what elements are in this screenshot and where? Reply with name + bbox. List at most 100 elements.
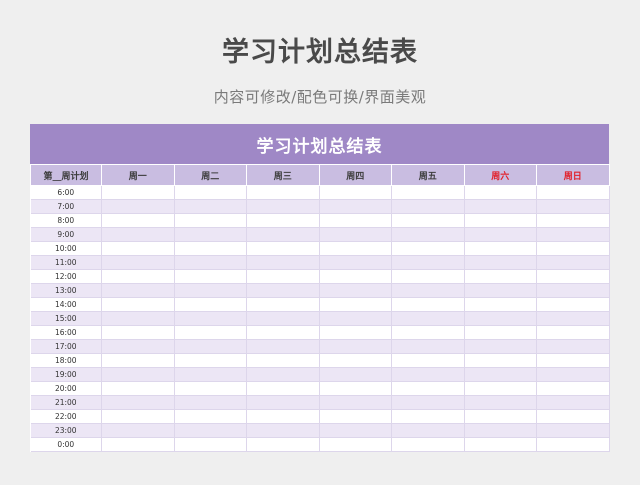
plan-cell[interactable]: [246, 381, 320, 396]
plan-cell[interactable]: [101, 325, 175, 340]
plan-cell[interactable]: [464, 311, 537, 326]
plan-cell[interactable]: [319, 409, 392, 424]
plan-cell[interactable]: [246, 409, 320, 424]
plan-cell[interactable]: [391, 213, 465, 228]
plan-cell[interactable]: [464, 353, 537, 368]
plan-cell[interactable]: [536, 213, 610, 228]
plan-cell[interactable]: [319, 255, 392, 270]
plan-cell[interactable]: [464, 283, 537, 298]
plan-cell[interactable]: [536, 227, 610, 242]
plan-cell[interactable]: [391, 241, 465, 256]
plan-cell[interactable]: [174, 297, 247, 312]
plan-cell[interactable]: [319, 437, 392, 452]
plan-cell[interactable]: [319, 423, 392, 438]
plan-cell[interactable]: [319, 213, 392, 228]
plan-cell[interactable]: [319, 185, 392, 200]
plan-cell[interactable]: [246, 269, 320, 284]
plan-cell[interactable]: [246, 339, 320, 354]
plan-cell[interactable]: [464, 241, 537, 256]
plan-cell[interactable]: [174, 255, 247, 270]
plan-cell[interactable]: [174, 185, 247, 200]
plan-cell[interactable]: [319, 367, 392, 382]
plan-cell[interactable]: [319, 353, 392, 368]
plan-cell[interactable]: [101, 297, 175, 312]
plan-cell[interactable]: [464, 437, 537, 452]
plan-cell[interactable]: [246, 213, 320, 228]
plan-cell[interactable]: [391, 199, 465, 214]
plan-cell[interactable]: [391, 185, 465, 200]
plan-cell[interactable]: [391, 283, 465, 298]
plan-cell[interactable]: [391, 297, 465, 312]
plan-cell[interactable]: [101, 409, 175, 424]
plan-cell[interactable]: [101, 213, 175, 228]
plan-cell[interactable]: [464, 199, 537, 214]
plan-cell[interactable]: [174, 283, 247, 298]
plan-cell[interactable]: [246, 395, 320, 410]
plan-cell[interactable]: [536, 437, 610, 452]
plan-cell[interactable]: [101, 269, 175, 284]
plan-cell[interactable]: [246, 255, 320, 270]
plan-cell[interactable]: [536, 269, 610, 284]
plan-cell[interactable]: [174, 437, 247, 452]
plan-cell[interactable]: [246, 283, 320, 298]
plan-cell[interactable]: [464, 395, 537, 410]
plan-cell[interactable]: [464, 255, 537, 270]
plan-cell[interactable]: [464, 185, 537, 200]
plan-cell[interactable]: [174, 381, 247, 396]
plan-cell[interactable]: [101, 437, 175, 452]
plan-cell[interactable]: [391, 423, 465, 438]
plan-cell[interactable]: [319, 227, 392, 242]
plan-cell[interactable]: [391, 325, 465, 340]
plan-cell[interactable]: [174, 213, 247, 228]
plan-cell[interactable]: [536, 409, 610, 424]
plan-cell[interactable]: [536, 423, 610, 438]
plan-cell[interactable]: [536, 353, 610, 368]
plan-cell[interactable]: [101, 395, 175, 410]
plan-cell[interactable]: [536, 339, 610, 354]
plan-cell[interactable]: [464, 325, 537, 340]
plan-cell[interactable]: [391, 255, 465, 270]
plan-cell[interactable]: [391, 269, 465, 284]
plan-cell[interactable]: [101, 367, 175, 382]
plan-cell[interactable]: [464, 381, 537, 396]
plan-cell[interactable]: [101, 185, 175, 200]
plan-cell[interactable]: [246, 241, 320, 256]
plan-cell[interactable]: [464, 367, 537, 382]
plan-cell[interactable]: [464, 213, 537, 228]
plan-cell[interactable]: [391, 367, 465, 382]
plan-cell[interactable]: [101, 227, 175, 242]
plan-cell[interactable]: [536, 325, 610, 340]
plan-cell[interactable]: [174, 395, 247, 410]
plan-cell[interactable]: [391, 381, 465, 396]
plan-cell[interactable]: [319, 325, 392, 340]
plan-cell[interactable]: [464, 297, 537, 312]
plan-cell[interactable]: [391, 395, 465, 410]
plan-cell[interactable]: [246, 311, 320, 326]
plan-cell[interactable]: [536, 311, 610, 326]
plan-cell[interactable]: [536, 185, 610, 200]
plan-cell[interactable]: [391, 311, 465, 326]
plan-cell[interactable]: [246, 423, 320, 438]
plan-cell[interactable]: [319, 381, 392, 396]
plan-cell[interactable]: [246, 437, 320, 452]
plan-cell[interactable]: [536, 241, 610, 256]
plan-cell[interactable]: [536, 381, 610, 396]
plan-cell[interactable]: [391, 353, 465, 368]
plan-cell[interactable]: [174, 199, 247, 214]
plan-cell[interactable]: [319, 395, 392, 410]
plan-cell[interactable]: [174, 353, 247, 368]
plan-cell[interactable]: [174, 241, 247, 256]
plan-cell[interactable]: [101, 199, 175, 214]
plan-cell[interactable]: [319, 241, 392, 256]
plan-cell[interactable]: [536, 395, 610, 410]
plan-cell[interactable]: [464, 423, 537, 438]
plan-cell[interactable]: [319, 283, 392, 298]
plan-cell[interactable]: [319, 339, 392, 354]
plan-cell[interactable]: [536, 283, 610, 298]
plan-cell[interactable]: [174, 367, 247, 382]
plan-cell[interactable]: [174, 311, 247, 326]
plan-cell[interactable]: [246, 325, 320, 340]
plan-cell[interactable]: [101, 241, 175, 256]
plan-cell[interactable]: [464, 409, 537, 424]
plan-cell[interactable]: [536, 199, 610, 214]
